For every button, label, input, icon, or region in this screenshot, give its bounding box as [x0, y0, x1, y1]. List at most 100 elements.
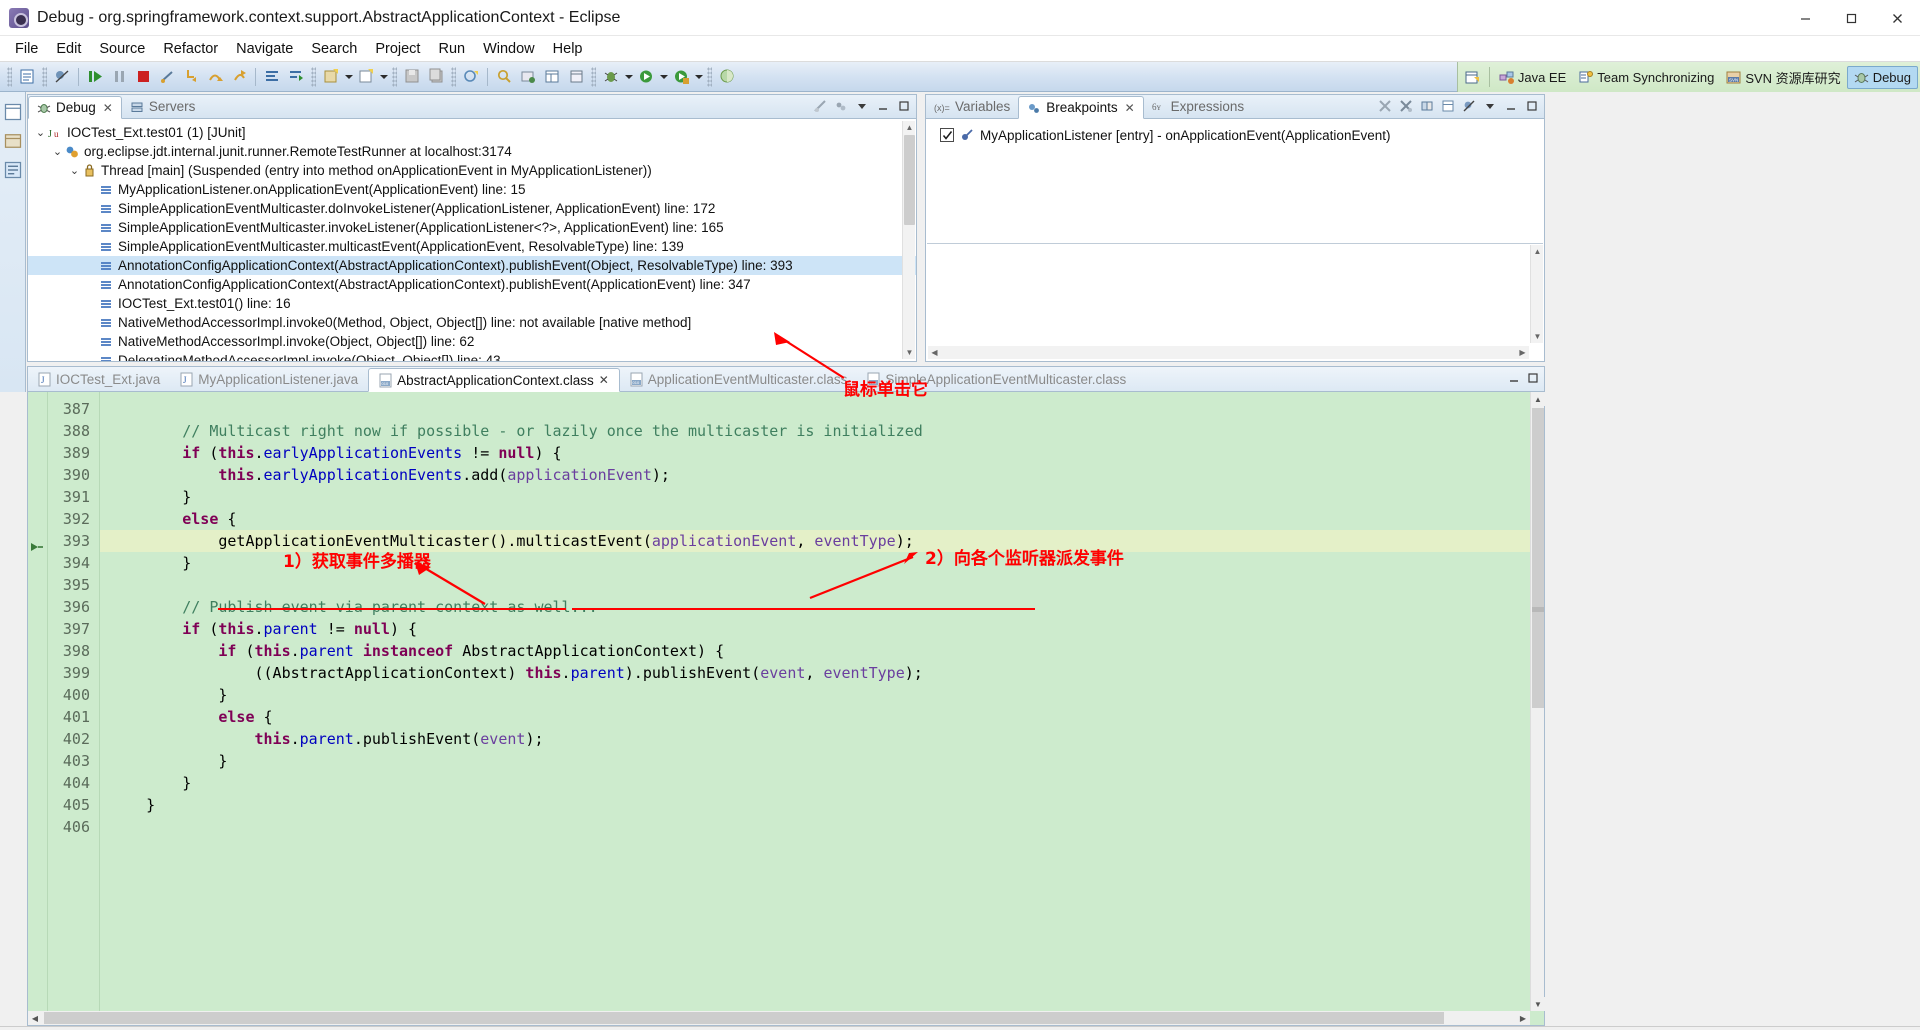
toolbar-grip-2[interactable] — [42, 66, 47, 87]
skip-all-breakpoints-icon[interactable] — [1461, 98, 1477, 114]
breakpoints-list[interactable]: MyApplicationListener [entry] - onApplic… — [926, 119, 1544, 146]
bp-detail-scroll-up-icon[interactable]: ▲ — [1531, 245, 1544, 258]
code-line[interactable]: ((AbstractApplicationContext) this.paren… — [100, 662, 1544, 684]
menu-file[interactable]: File — [6, 39, 47, 59]
toolbar-grip-5[interactable] — [451, 66, 456, 87]
debug-tree-row[interactable]: ⌄ Ju IOCTest_Ext.test01 (1) [JUnit] — [28, 123, 916, 142]
debug-scroll-thumb[interactable] — [904, 135, 915, 225]
tab-breakpoints[interactable]: Breakpoints ✕ — [1018, 96, 1144, 119]
step-over-icon[interactable] — [204, 66, 226, 88]
tab-debug[interactable]: Debug ✕ — [28, 96, 122, 119]
new-class-icon[interactable] — [355, 66, 377, 88]
code-line[interactable]: else { — [100, 508, 1544, 530]
code-line[interactable]: this.earlyApplicationEvents.add(applicat… — [100, 464, 1544, 486]
open-perspective-icon[interactable] — [1460, 64, 1486, 90]
editor-scroll-down-icon[interactable]: ▼ — [1531, 997, 1545, 1011]
step-return-icon[interactable] — [228, 66, 250, 88]
debug-tree-row[interactable]: SimpleApplicationEventMulticaster.invoke… — [28, 218, 916, 237]
bp-detail-scroll-right-icon[interactable]: ▶ — [1516, 346, 1529, 359]
search-icon[interactable] — [493, 66, 515, 88]
run-dropdown[interactable] — [658, 67, 669, 87]
debug-tree-row[interactable]: IOCTest_Ext.test01() line: 16 — [28, 294, 916, 313]
menu-project[interactable]: Project — [366, 39, 429, 59]
resume-icon[interactable] — [84, 66, 106, 88]
suspend-icon[interactable] — [108, 66, 130, 88]
minimize-editor-icon[interactable] — [1507, 371, 1520, 384]
editor-hscroll-thumb[interactable] — [44, 1012, 1444, 1024]
menu-navigate[interactable]: Navigate — [227, 39, 302, 59]
toolbar-grip[interactable] — [7, 66, 12, 87]
perspective-team-sync[interactable]: Team Synchronizing — [1572, 67, 1720, 88]
perspective-java-ee[interactable]: Java EE — [1493, 67, 1572, 88]
new-java-project-dropdown[interactable] — [343, 67, 354, 87]
pin-editor-icon[interactable] — [565, 66, 587, 88]
breakpoint-group-icon[interactable] — [1440, 98, 1456, 114]
view-menu-icon[interactable] — [854, 98, 870, 114]
breakpoints-detail-hscrollbar[interactable]: ◀ ▶ — [928, 346, 1529, 359]
menu-search[interactable]: Search — [302, 39, 366, 59]
tab-breakpoints-close-icon[interactable]: ✕ — [1125, 101, 1135, 115]
close-button[interactable] — [1874, 0, 1920, 36]
menu-window[interactable]: Window — [474, 39, 544, 59]
editor-scroll-up-icon[interactable]: ▲ — [1531, 392, 1545, 406]
last-edit-icon[interactable] — [460, 66, 482, 88]
toggle-mark-icon[interactable] — [285, 66, 307, 88]
code-line[interactable]: } — [100, 750, 1544, 772]
editor-tab[interactable]: 010 AbstractApplicationContext.class ✕ — [368, 368, 620, 392]
toolbar-grip-7[interactable] — [707, 66, 712, 87]
code-line[interactable]: else { — [100, 706, 1544, 728]
link-breakpoints-icon[interactable] — [1419, 98, 1435, 114]
menu-help[interactable]: Help — [544, 39, 592, 59]
tree-expand-icon[interactable]: ⌄ — [68, 164, 81, 177]
run-icon[interactable] — [635, 66, 657, 88]
menu-refactor[interactable]: Refactor — [154, 39, 227, 59]
open-type-icon[interactable] — [261, 66, 283, 88]
debug-tree-row[interactable]: MyApplicationListener.onApplicationEvent… — [28, 180, 916, 199]
debug-tree-row-selected[interactable]: AnnotationConfigApplicationContext(Abstr… — [28, 256, 916, 275]
coverage-icon[interactable] — [716, 66, 738, 88]
save-all-icon[interactable] — [425, 66, 447, 88]
code-line[interactable]: } — [100, 772, 1544, 794]
save-icon[interactable] — [401, 66, 423, 88]
debug-scroll-down-icon[interactable]: ▼ — [903, 346, 916, 359]
tree-expand-icon[interactable]: ⌄ — [51, 145, 64, 158]
perspective-debug[interactable]: Debug — [1846, 65, 1918, 89]
table-icon[interactable] — [541, 66, 563, 88]
tab-variables[interactable]: (x)= Variables — [926, 95, 1018, 118]
bp-detail-scroll-left-icon[interactable]: ◀ — [928, 346, 941, 359]
status-lock-icon[interactable] — [1623, 1027, 1669, 1030]
maximize-editor-icon[interactable] — [1526, 371, 1539, 384]
editor-tab[interactable]: 010 ApplicationEventMulticaster.class — [620, 367, 858, 391]
minimize-breakpoints-icon[interactable] — [1503, 98, 1519, 114]
minimize-view-icon[interactable] — [875, 98, 891, 114]
menu-edit[interactable]: Edit — [47, 39, 90, 59]
new-wizard-icon[interactable] — [16, 66, 38, 88]
outline-view-icon[interactable] — [3, 160, 23, 180]
editor-scroll-left-icon[interactable]: ◀ — [28, 1011, 42, 1025]
perspective-svn[interactable]: SVN SVN 资源库研究 — [1720, 65, 1846, 90]
editor-tab-close-icon[interactable]: ✕ — [599, 373, 609, 387]
remove-all-breakpoints-icon[interactable] — [1398, 98, 1414, 114]
maximize-button[interactable] — [1828, 0, 1874, 36]
minimize-button[interactable] — [1782, 0, 1828, 36]
code-line[interactable]: // Multicast right now if possible - or … — [100, 420, 1544, 442]
terminate-icon[interactable] — [132, 66, 154, 88]
tree-expand-icon[interactable]: ⌄ — [34, 126, 47, 139]
disconnect-all-icon[interactable] — [812, 98, 828, 114]
restore-view-icon[interactable] — [3, 102, 23, 122]
debug-run-icon[interactable] — [600, 66, 622, 88]
breakpoint-list-item[interactable]: MyApplicationListener [entry] - onApplic… — [926, 124, 1544, 146]
code-line[interactable]: } — [100, 486, 1544, 508]
open-task-icon[interactable] — [517, 66, 539, 88]
editor-hscrollbar[interactable]: ◀ ▶ — [28, 1011, 1530, 1025]
new-class-dropdown[interactable] — [378, 67, 389, 87]
debug-tree-row[interactable]: ⌄ org.eclipse.jdt.internal.junit.runner.R… — [28, 142, 916, 161]
package-explorer-icon[interactable] — [3, 131, 23, 151]
code-line[interactable] — [100, 816, 1544, 838]
debug-stack-tree[interactable]: ⌄ Ju IOCTest_Ext.test01 (1) [JUnit] ⌄ org.ec… — [28, 119, 916, 361]
breakpoints-view-menu-icon[interactable] — [1482, 98, 1498, 114]
disconnect-icon[interactable] — [156, 66, 178, 88]
debug-tree-row[interactable]: ⌄ Thread [main] (Suspended (entry into me… — [28, 161, 916, 180]
code-line[interactable]: // Publish event via parent context as w… — [100, 596, 1544, 618]
maximize-view-icon[interactable] — [896, 98, 912, 114]
